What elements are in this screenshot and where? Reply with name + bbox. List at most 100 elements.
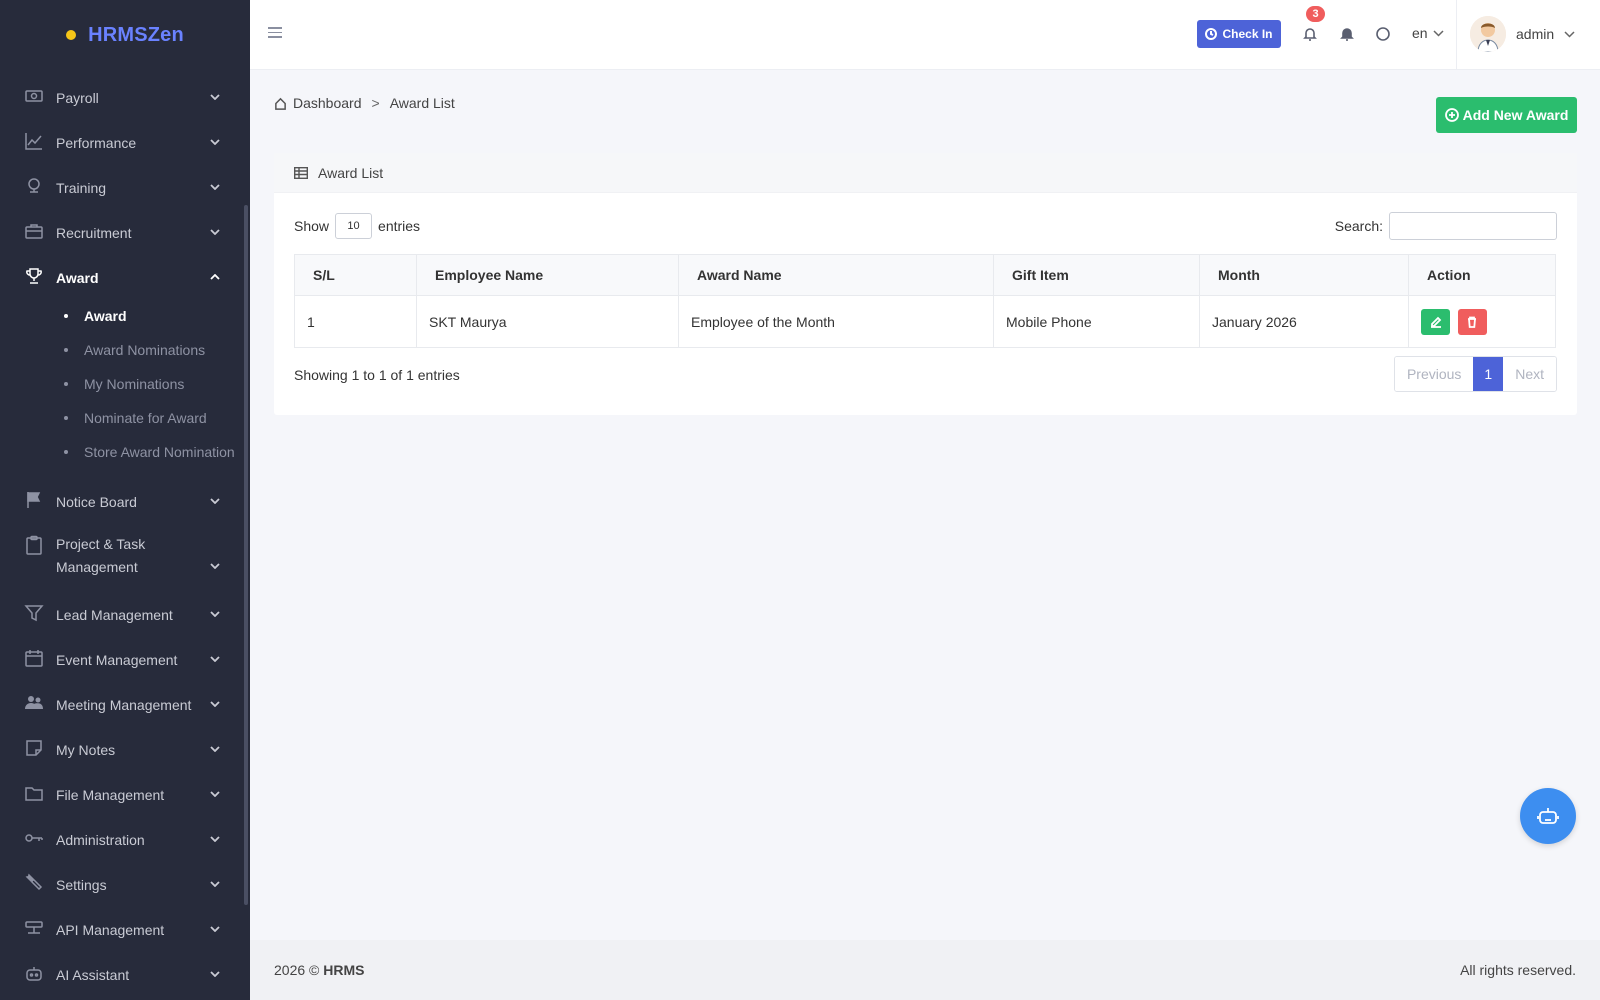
sidebar-item-event-management[interactable]: Event Management bbox=[0, 636, 242, 681]
edit-button[interactable] bbox=[1421, 308, 1450, 335]
pagination-next[interactable]: Next bbox=[1503, 357, 1556, 391]
chat-icon[interactable] bbox=[1375, 26, 1391, 42]
ai-chatbot-button[interactable] bbox=[1520, 788, 1576, 844]
chevron-down-icon bbox=[210, 971, 220, 979]
submenu-item-award[interactable]: Award bbox=[0, 299, 242, 333]
column-header-sl[interactable]: S/L bbox=[294, 254, 417, 296]
sidebar: HRMSZen Payroll Performance Training Rec… bbox=[0, 0, 250, 1000]
alert-bell-icon[interactable] bbox=[1339, 26, 1355, 42]
sidebar-item-administration[interactable]: Administration bbox=[0, 816, 242, 861]
column-header-action: Action bbox=[1408, 254, 1556, 296]
cell-sl: 1 bbox=[294, 295, 417, 348]
footer-brand: HRMS bbox=[323, 962, 365, 978]
home-icon bbox=[275, 97, 286, 110]
table-icon bbox=[294, 166, 308, 179]
submenu-label: Store Award Nomination bbox=[84, 444, 235, 460]
column-header-award-name[interactable]: Award Name bbox=[678, 254, 994, 296]
sidebar-item-my-notes[interactable]: My Notes bbox=[0, 726, 242, 771]
delete-button[interactable] bbox=[1457, 308, 1487, 335]
users-icon bbox=[24, 693, 44, 713]
table-row: 1 SKT Maurya Employee of the Month Mobil… bbox=[294, 295, 1556, 348]
sidebar-item-settings[interactable]: Settings bbox=[0, 861, 242, 906]
cell-month: January 2026 bbox=[1199, 295, 1409, 348]
column-header-gift-item[interactable]: Gift Item bbox=[993, 254, 1200, 296]
card-header: Award List bbox=[274, 153, 1577, 193]
user-menu[interactable]: admin bbox=[1470, 16, 1575, 52]
chevron-down-icon bbox=[210, 229, 220, 237]
sidebar-nav: Payroll Performance Training Recruitment… bbox=[0, 74, 242, 996]
cell-action bbox=[1408, 295, 1556, 348]
sidebar-item-notice-board[interactable]: Notice Board bbox=[0, 478, 242, 523]
sidebar-item-award[interactable]: Award bbox=[0, 254, 242, 299]
sidebar-item-lead-management[interactable]: Lead Management bbox=[0, 591, 242, 636]
user-name: admin bbox=[1516, 26, 1555, 42]
footer-year: 2026 © bbox=[274, 962, 320, 978]
sidebar-item-project-task-management[interactable]: Project & Task Management bbox=[0, 523, 242, 591]
sidebar-item-api-management[interactable]: API Management bbox=[0, 906, 242, 951]
folder-icon bbox=[24, 783, 44, 803]
sidebar-item-label: Recruitment bbox=[56, 225, 132, 241]
sidebar-item-ai-assistant[interactable]: AI Assistant bbox=[0, 951, 242, 996]
sidebar-item-label: File Management bbox=[56, 787, 165, 803]
column-header-month[interactable]: Month bbox=[1199, 254, 1409, 296]
cell-employee-name: SKT Maurya bbox=[416, 295, 679, 348]
flag-icon bbox=[24, 490, 44, 510]
language-selector[interactable]: en bbox=[1412, 25, 1444, 41]
show-label: Show bbox=[294, 218, 330, 234]
search-label: Search: bbox=[1334, 218, 1383, 234]
trash-icon bbox=[1468, 316, 1477, 328]
brand-logo[interactable]: HRMSZen bbox=[0, 0, 250, 70]
breadcrumb-current: Award List bbox=[389, 95, 455, 111]
sidebar-item-label: Meeting Management bbox=[56, 697, 192, 713]
sidebar-item-label: Notice Board bbox=[56, 494, 137, 510]
check-in-button[interactable]: Check In bbox=[1197, 20, 1281, 48]
notification-bell-icon[interactable] bbox=[1302, 26, 1318, 42]
sidebar-scrollbar[interactable] bbox=[244, 205, 248, 905]
edit-icon bbox=[1430, 316, 1441, 328]
avatar bbox=[1470, 16, 1506, 52]
robot-icon bbox=[1537, 808, 1559, 824]
breadcrumb-separator: > bbox=[371, 95, 380, 111]
footer-copyright: 2026 © HRMS bbox=[274, 962, 364, 978]
check-in-label: Check In bbox=[1222, 27, 1273, 41]
chevron-down-icon bbox=[210, 498, 220, 506]
sidebar-item-training[interactable]: Training bbox=[0, 164, 242, 209]
pagination-page-1[interactable]: 1 bbox=[1473, 357, 1504, 391]
card-title: Award List bbox=[318, 164, 384, 181]
submenu-item-award-nominations[interactable]: Award Nominations bbox=[0, 333, 242, 367]
sidebar-item-recruitment[interactable]: Recruitment bbox=[0, 209, 242, 254]
search-input[interactable] bbox=[1389, 212, 1557, 240]
sidebar-item-meeting-management[interactable]: Meeting Management bbox=[0, 681, 242, 726]
submenu-label: Nominate for Award bbox=[84, 410, 207, 426]
award-table: S/L Employee Name Award Name Gift Item M… bbox=[294, 254, 1556, 348]
column-header-employee-name[interactable]: Employee Name bbox=[416, 254, 679, 296]
chevron-down-icon bbox=[210, 746, 220, 754]
chevron-down-icon bbox=[210, 563, 220, 571]
chevron-down-icon bbox=[1564, 30, 1575, 38]
add-new-award-button[interactable]: Add New Award bbox=[1436, 97, 1577, 133]
menu-toggle-icon[interactable] bbox=[268, 27, 282, 39]
breadcrumb: Dashboard > Award List bbox=[274, 95, 455, 111]
pagination-previous[interactable]: Previous bbox=[1394, 357, 1474, 391]
sidebar-item-label: Settings bbox=[56, 877, 107, 893]
sidebar-item-performance[interactable]: Performance bbox=[0, 119, 242, 164]
sidebar-item-label: Payroll bbox=[56, 90, 99, 106]
brand-name: HRMSZen bbox=[88, 23, 184, 46]
brand-dot-icon bbox=[66, 30, 77, 40]
sidebar-item-label: Training bbox=[56, 180, 107, 196]
sidebar-item-file-management[interactable]: File Management bbox=[0, 771, 242, 816]
medal-icon bbox=[24, 176, 44, 196]
entries-select[interactable]: 10 bbox=[335, 213, 373, 239]
sidebar-item-payroll[interactable]: Payroll bbox=[0, 74, 242, 119]
note-icon bbox=[24, 738, 44, 758]
top-header: Check In 3 en admin bbox=[250, 0, 1600, 70]
footer-rights: All rights reserved. bbox=[1460, 962, 1576, 978]
submenu-item-store-award-nomination[interactable]: Store Award Nomination bbox=[0, 435, 242, 470]
submenu-item-my-nominations[interactable]: My Nominations bbox=[0, 367, 242, 401]
submenu-item-nominate-for-award[interactable]: Nominate for Award bbox=[0, 401, 242, 435]
chevron-down-icon bbox=[210, 926, 220, 934]
chevron-down-icon bbox=[210, 881, 220, 889]
breadcrumb-home-link[interactable]: Dashboard bbox=[293, 95, 362, 111]
sidebar-item-label: My Notes bbox=[56, 742, 116, 758]
trophy-icon bbox=[24, 266, 44, 286]
